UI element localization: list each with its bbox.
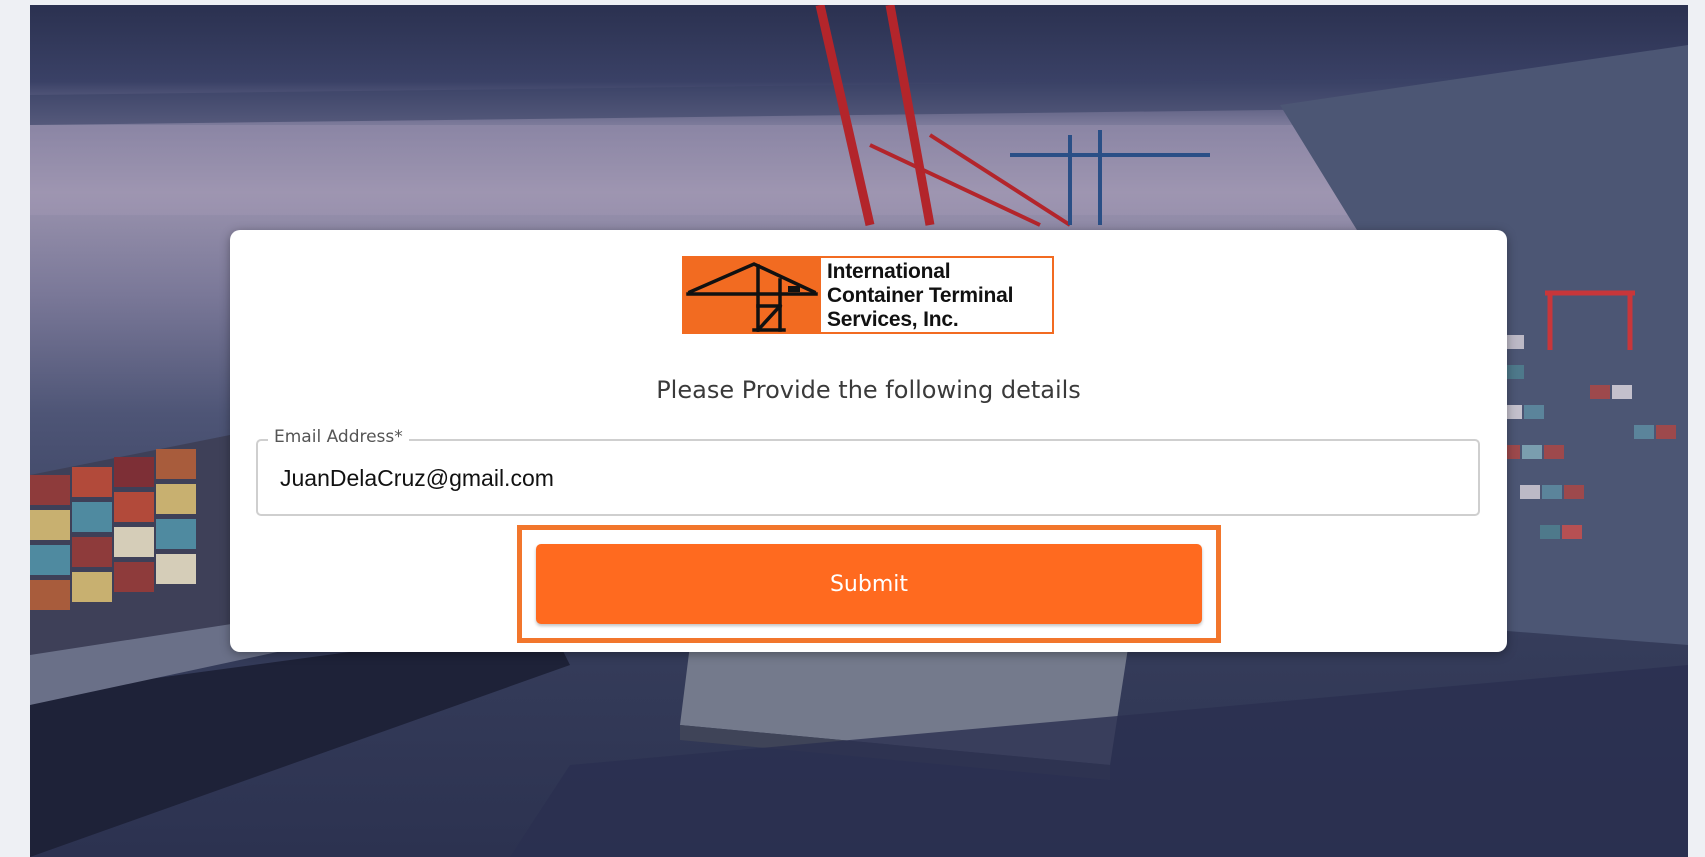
- company-name-line-1: International: [827, 260, 951, 283]
- submit-button[interactable]: Submit: [536, 544, 1202, 624]
- form-prompt: Please Provide the following details: [656, 376, 1081, 404]
- email-field-label: Email Address*: [268, 427, 409, 447]
- company-name: International Container Terminal Service…: [821, 258, 1052, 332]
- company-name-line-2: Container Terminal: [827, 284, 1014, 307]
- port-background: International Container Terminal Service…: [30, 5, 1688, 857]
- ictsi-logo: International Container Terminal Service…: [682, 256, 1054, 334]
- crane-logo-icon: [684, 258, 821, 333]
- email-input[interactable]: [280, 465, 1430, 492]
- details-card: International Container Terminal Service…: [230, 230, 1507, 652]
- email-field: Email Address*: [256, 427, 1480, 516]
- company-name-line-3: Services, Inc.: [827, 308, 959, 331]
